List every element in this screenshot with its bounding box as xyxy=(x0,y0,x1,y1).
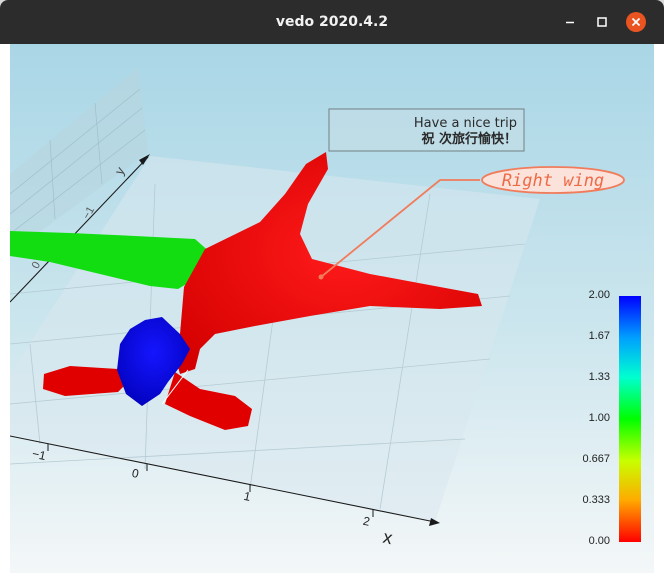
3d-viewport[interactable]: −1 0 1 2 −1 0 x y Have a nice trip 祝 次旅行… xyxy=(10,44,654,573)
minimize-button[interactable] xyxy=(560,12,580,32)
maximize-button[interactable] xyxy=(592,12,612,32)
tail-stabilizer-left xyxy=(43,366,128,396)
scene-canvas[interactable]: −1 0 1 2 −1 0 x y Have a nice trip 祝 次旅行… xyxy=(10,44,654,573)
close-icon xyxy=(631,17,641,27)
close-button[interactable] xyxy=(626,12,646,32)
scalar-tick-1-33: 1.33 xyxy=(589,371,610,383)
scalar-tick-0-00: 0.00 xyxy=(589,535,610,547)
title-bar[interactable]: vedo 2020.4.2 xyxy=(0,0,664,44)
scalar-tick-1-00: 1.00 xyxy=(589,412,610,424)
scalar-bar xyxy=(619,296,641,542)
flag-label-text: Right wing xyxy=(502,171,604,191)
minimize-icon xyxy=(566,21,574,24)
scalar-tick-2-00: 2.00 xyxy=(589,289,610,301)
text-box-line1: Have a nice trip xyxy=(414,116,517,131)
flag-anchor-point xyxy=(318,274,324,280)
maximize-icon xyxy=(597,17,607,27)
scalar-tick-0-333: 0.333 xyxy=(582,494,610,506)
text-box-line2: 祝 次旅行愉快！ xyxy=(421,131,517,147)
scalar-tick-0-667: 0.667 xyxy=(582,453,610,465)
scalar-tick-1-67: 1.67 xyxy=(589,330,610,342)
window-bottom-margin xyxy=(0,573,664,583)
app-window: vedo 2020.4.2 −1 0 1 2 −1 0 x y Have a n… xyxy=(0,0,664,583)
